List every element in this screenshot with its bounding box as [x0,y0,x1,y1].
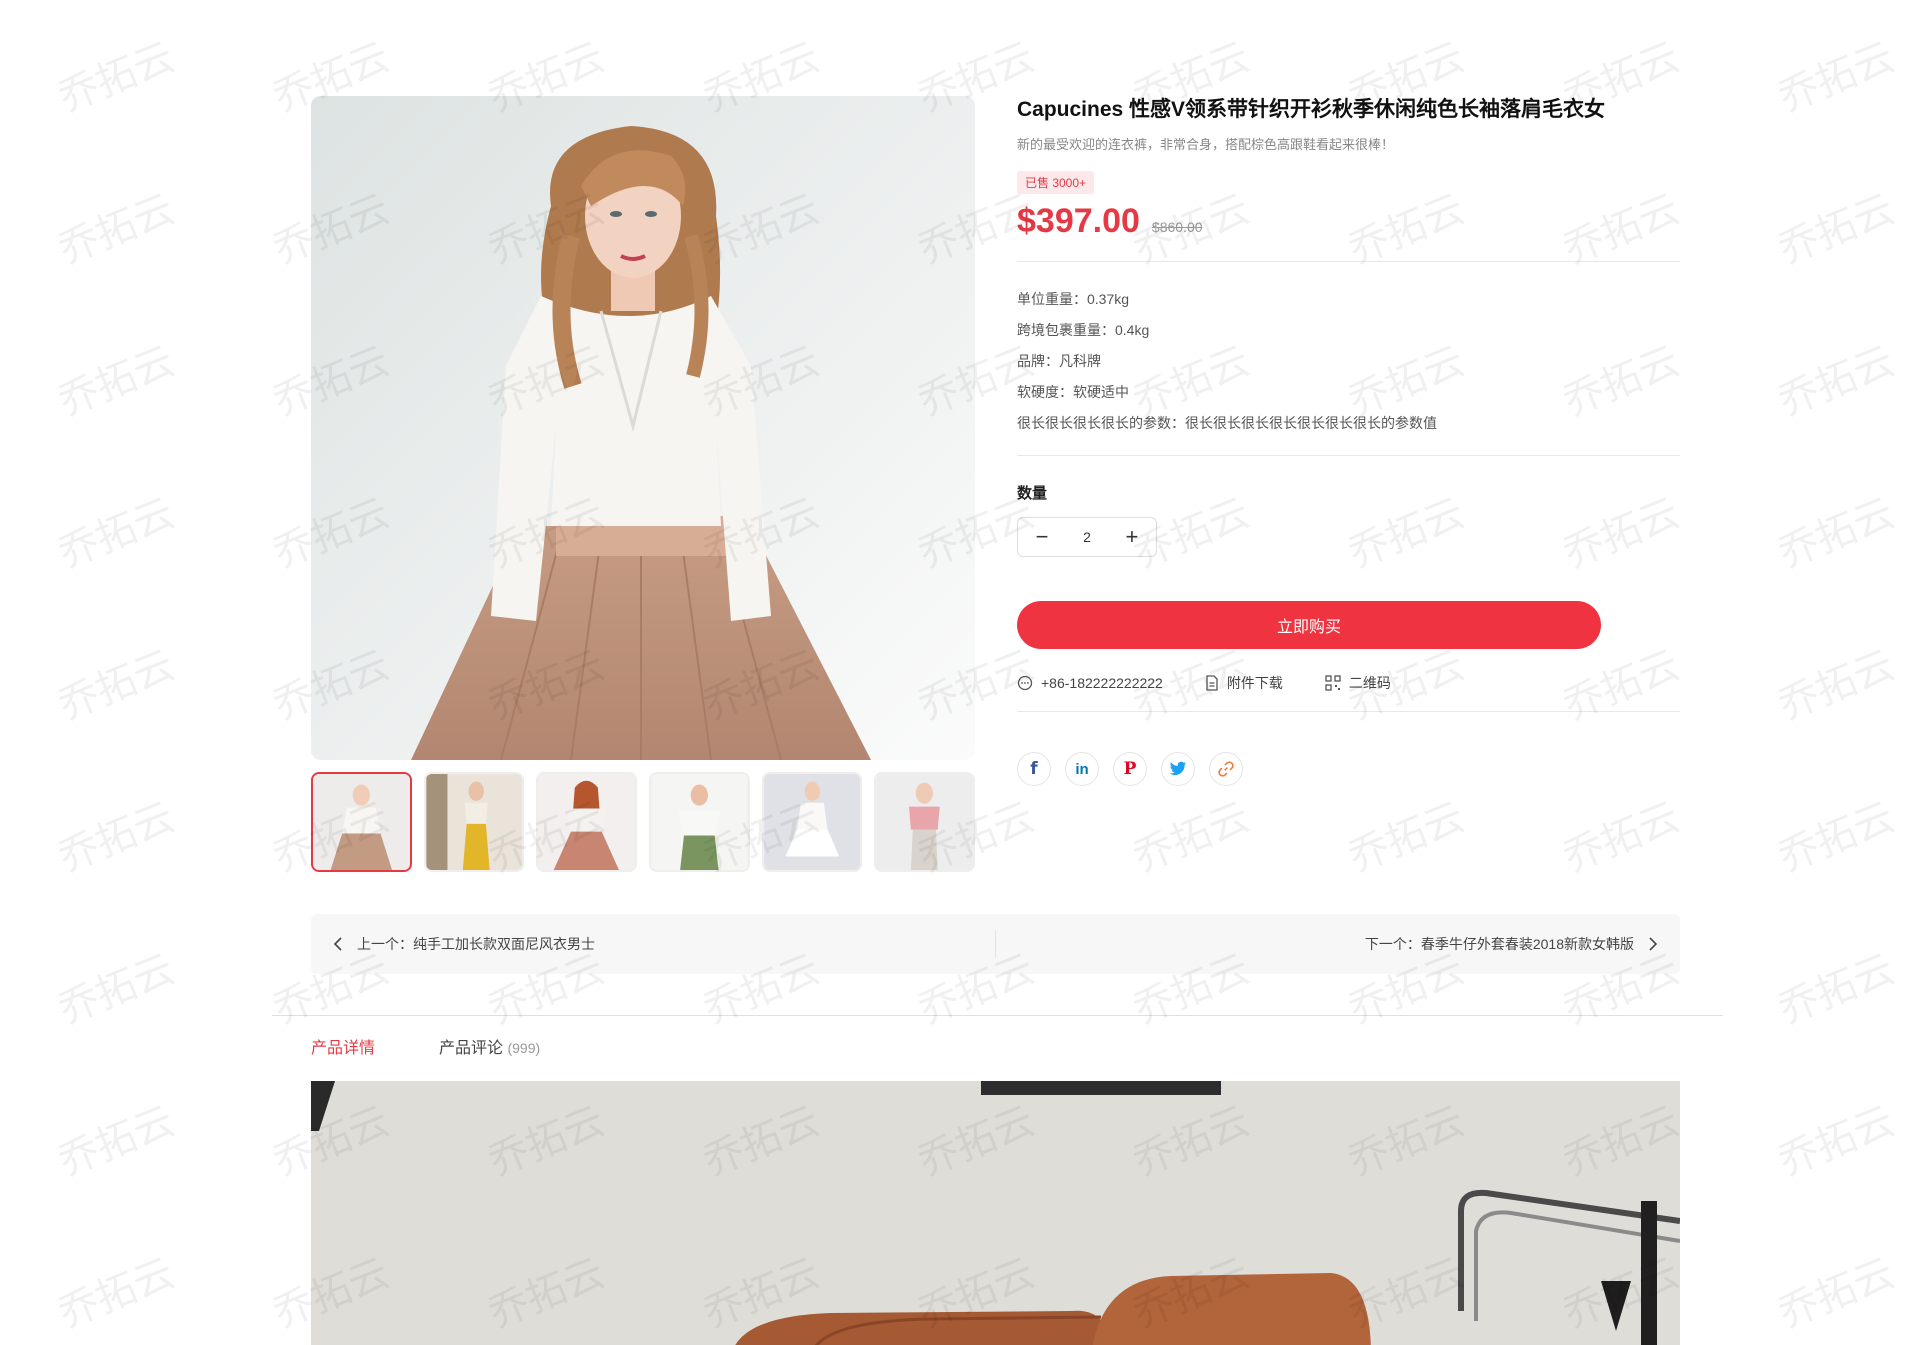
spec-item: 软硬度：软硬适中 [1017,384,1129,400]
divider [1017,455,1680,456]
bird-glyph [1169,761,1187,776]
attachment-label: 附件下载 [1226,675,1283,691]
spec-item: 很长很长很长很长的参数：很长很长很长很长很长很长很长的参数值 [1017,415,1437,431]
sold-badge: 已售 3000+ [1017,171,1095,194]
prev-product-label: 上一个：纯手工加长款双面尼风衣男士 [357,936,595,952]
spec-list: 单位重量：0.37kg 跨境包裹重量：0.4kg 品牌：凡科牌 软硬度：软硬适中… [1017,262,1680,455]
qrcode-label: 二维码 [1348,675,1391,691]
current-price: $397.00 [1017,202,1140,240]
review-count: (999) [507,1040,541,1056]
product-detail-image [311,1081,1680,1345]
chat-icon [1017,675,1033,691]
thumbnail-4[interactable] [649,772,750,872]
spec-item: 单位重量：0.37kg [1017,291,1130,307]
thumbnail-3[interactable] [536,772,638,872]
thumbnail-image [313,774,410,870]
contact-row: +86-182222222222 附件下载 二维码 [1017,673,1680,693]
pinterest-icon[interactable]: P [1113,752,1147,786]
product-subtitle: 新的最受欢迎的连衣裤，非常合身，搭配棕色高跟鞋看起来很棒！ [1017,137,1395,152]
prev-product-link[interactable]: 上一个：纯手工加长款双面尼风衣男士 [333,934,595,954]
twitter-icon[interactable] [1161,752,1195,786]
chevron-right-icon [1649,937,1658,951]
nav-divider [995,930,996,958]
thumbnail-image [651,774,748,870]
divider [1017,711,1680,712]
original-price: $860.00 [1151,219,1203,235]
thumbnail-2[interactable] [423,772,525,872]
thumbnail-6[interactable] [874,772,976,872]
tab-product-reviews[interactable]: 产品评论 (999) [439,1034,540,1058]
decrease-button[interactable]: − [1030,524,1054,550]
product-info: Capucines 性感V领系带针织开衫秋季休闲纯色长袖落肩毛衣女 新的最受欢迎… [1017,96,1680,786]
quantity-value[interactable]: 2 [1083,529,1091,545]
share-row: f in P [1017,734,1680,786]
quantity-label: 数量 [1017,485,1048,502]
price-row: $397.00 $860.00 [1017,202,1680,241]
prev-next-nav: 上一个：纯手工加长款双面尼风衣男士 下一个：春季牛仔外套春装2018新款女韩版 [311,914,1680,974]
document-icon [1206,675,1218,691]
attachment-download[interactable]: 附件下载 [1205,673,1283,693]
increase-button[interactable]: + [1120,524,1144,550]
thumbnail-image [764,774,861,870]
phone-number: +86-182222222222 [1041,675,1163,691]
model-illustration [311,96,975,760]
product-title: Capucines 性感V领系带针织开衫秋季休闲纯色长袖落肩毛衣女 [1017,98,1606,121]
tabs-divider [272,1015,1723,1016]
thumbnail-5[interactable] [761,772,863,872]
qrcode-button[interactable]: 二维码 [1325,673,1391,693]
thumbnail-1[interactable] [311,772,412,872]
facebook-icon[interactable]: f [1017,752,1051,786]
chevron-left-icon [333,937,342,951]
link-icon[interactable] [1209,752,1243,786]
next-product-link[interactable]: 下一个：春季牛仔外套春装2018新款女韩版 [1365,934,1658,954]
detail-tabs: 产品详情 产品评论 (999) [311,1034,540,1058]
spec-item: 跨境包裹重量：0.4kg [1017,322,1150,338]
thumbnail-image [876,774,973,870]
thumbnail-strip [311,772,976,872]
spec-item: 品牌：凡科牌 [1017,353,1101,369]
qrcode-icon [1325,675,1341,691]
next-product-label: 下一个：春季牛仔外套春装2018新款女韩版 [1364,936,1634,952]
chain-glyph [1218,761,1234,777]
interior-illustration [311,1081,1680,1345]
thumbnail-image [426,774,523,870]
tab-product-details[interactable]: 产品详情 [311,1034,375,1058]
thumbnail-image [538,774,635,870]
product-page: Capucines 性感V领系带针织开衫秋季休闲纯色长袖落肩毛衣女 新的最受欢迎… [0,0,1920,1345]
phone-link[interactable]: +86-182222222222 [1017,675,1163,691]
main-product-image[interactable] [311,96,975,760]
linkedin-icon[interactable]: in [1065,752,1099,786]
buy-now-button[interactable]: 立即购买 [1017,601,1601,649]
quantity-stepper: − 2 + [1017,517,1157,557]
tab-reviews-label: 产品评论 [439,1040,504,1057]
